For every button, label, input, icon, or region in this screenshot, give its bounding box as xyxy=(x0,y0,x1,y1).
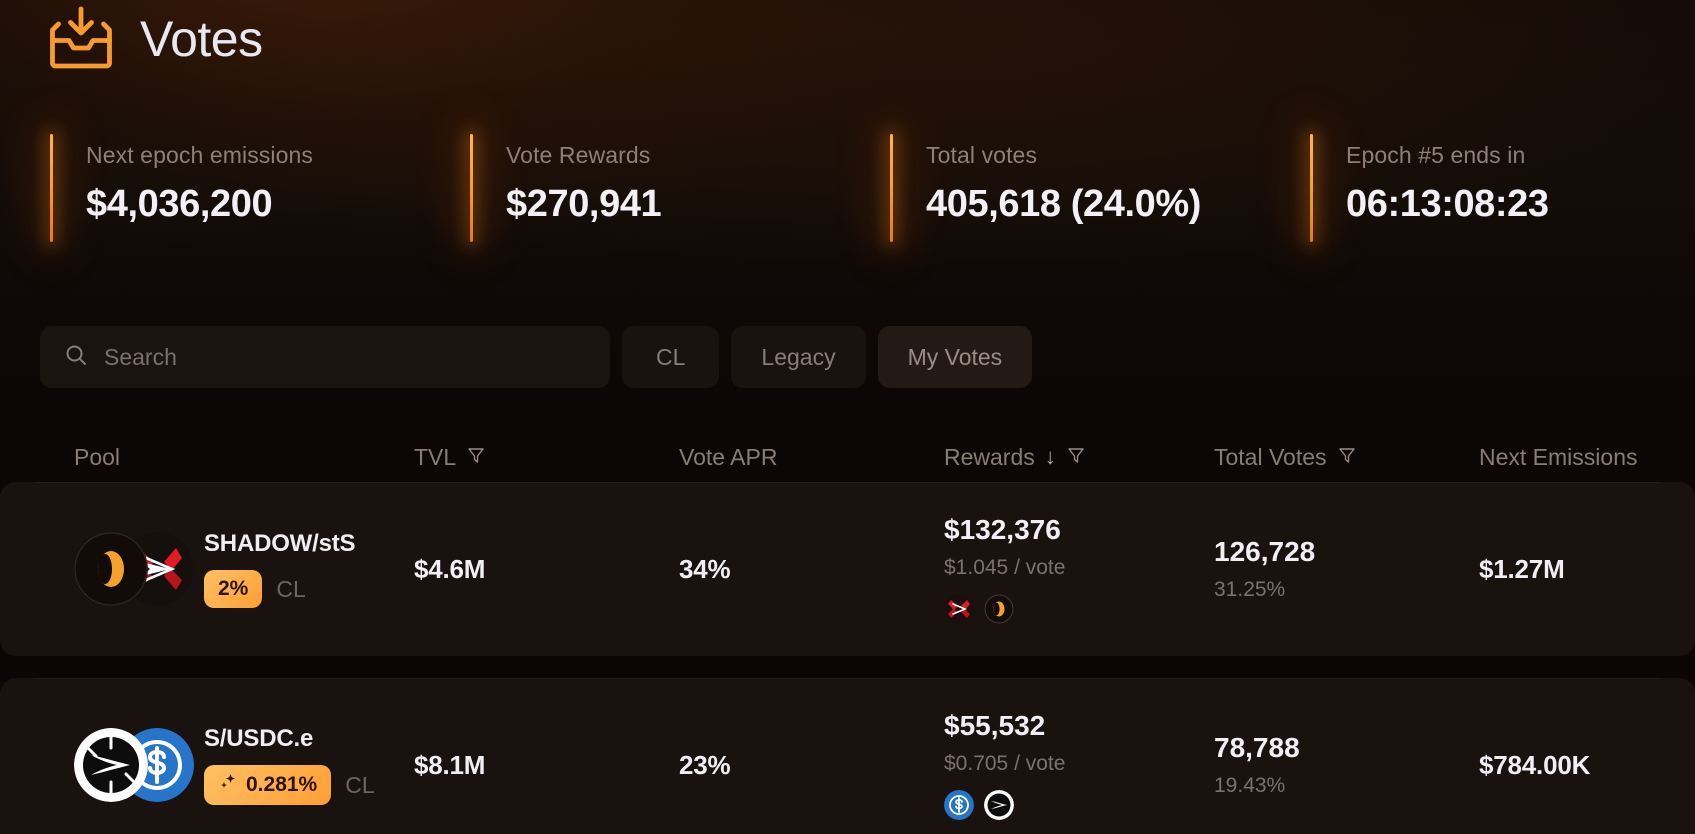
pool-rewards-cell: $55,532 $0.705 / vote xyxy=(944,710,1214,820)
pool-rewards-total: $132,376 xyxy=(944,514,1214,546)
filter-icon[interactable] xyxy=(1337,444,1357,471)
stat-value: $270,941 xyxy=(506,183,886,226)
stat-label: Next epoch emissions xyxy=(86,142,466,169)
sts-icon xyxy=(944,594,974,624)
shadow-icon xyxy=(74,532,148,606)
stat-accent-bar xyxy=(50,134,53,242)
column-header-label: Rewards xyxy=(944,444,1035,471)
pool-next-emissions: $784.00K xyxy=(1479,750,1679,781)
pool-rewards-cell: $132,376 $1.045 / vote xyxy=(944,514,1214,624)
filter-chip-legacy[interactable]: Legacy xyxy=(731,326,865,388)
column-header-next-emissions[interactable]: Next Emissions xyxy=(1479,444,1679,471)
page-header: Votes xyxy=(44,6,263,72)
search-input[interactable] xyxy=(104,344,586,371)
filter-chip-label: CL xyxy=(656,344,685,371)
stat-label: Total votes xyxy=(926,142,1306,169)
stat-value: $4,036,200 xyxy=(86,183,466,226)
filter-chip-cl[interactable]: CL xyxy=(622,326,719,388)
sparkle-icon xyxy=(218,772,238,798)
pool-cell: SHADOW/stS 2% CL xyxy=(74,530,414,608)
column-header-rewards[interactable]: Rewards ↓ xyxy=(944,444,1214,471)
stat-value: 405,618 (24.0%) xyxy=(926,183,1306,226)
stat-accent-bar xyxy=(1310,134,1313,242)
pool-vote-apr: 34% xyxy=(679,554,944,585)
pool-fee-badge: 2% xyxy=(204,570,262,608)
pool-cell: S/USDC.e 0.281% CL xyxy=(74,725,414,805)
pool-token-pair-icons xyxy=(74,728,182,802)
pool-next-emissions: $1.27M xyxy=(1479,554,1679,585)
sonic-icon xyxy=(74,728,148,802)
pool-name: S/USDC.e xyxy=(204,725,375,753)
inbox-download-icon xyxy=(44,6,118,72)
pool-vote-apr: 23% xyxy=(679,750,944,781)
pool-total-votes-pct: 31.25% xyxy=(1214,578,1479,602)
stat-card-vote-rewards: Vote Rewards $270,941 xyxy=(466,128,886,226)
column-header-pool[interactable]: Pool xyxy=(74,444,414,471)
pool-type-label: CL xyxy=(276,576,305,603)
stat-label: Epoch #5 ends in xyxy=(1346,142,1695,169)
stat-value: 06:13:08:23 xyxy=(1346,183,1695,226)
column-header-vote-apr[interactable]: Vote APR xyxy=(679,444,944,471)
pool-tags: 0.281% CL xyxy=(204,765,375,805)
pool-meta: S/USDC.e 0.281% CL xyxy=(204,725,375,805)
pool-rewards-per-vote: $0.705 / vote xyxy=(944,752,1214,776)
pool-fee-label: 0.281% xyxy=(246,773,317,797)
table-row[interactable]: SHADOW/stS 2% CL $4.6M 34% $132,376 $1.0… xyxy=(0,482,1695,656)
pool-rewards-total: $55,532 xyxy=(944,710,1214,742)
table-row[interactable]: S/USDC.e 0.281% CL xyxy=(0,678,1695,834)
reward-token-icons xyxy=(944,594,1214,624)
column-header-label: Next Emissions xyxy=(1479,444,1637,471)
pool-meta: SHADOW/stS 2% CL xyxy=(204,530,355,608)
pool-fee-badge: 0.281% xyxy=(204,765,331,805)
stats-row: Next epoch emissions $4,036,200 Vote Rew… xyxy=(46,128,1695,226)
stat-label: Vote Rewards xyxy=(506,142,886,169)
search-icon xyxy=(64,343,88,372)
column-header-total-votes[interactable]: Total Votes xyxy=(1214,444,1479,471)
pool-fee-label: 2% xyxy=(218,577,248,601)
stat-card-next-epoch-emissions: Next epoch emissions $4,036,200 xyxy=(46,128,466,226)
table-header-row: Pool TVL Vote APR Rewards ↓ Total Votes xyxy=(0,432,1695,482)
pool-token-pair-icons xyxy=(74,532,182,606)
pool-total-votes-pct: 19.43% xyxy=(1214,774,1479,798)
pool-tags: 2% CL xyxy=(204,570,355,608)
stat-card-total-votes: Total votes 405,618 (24.0%) xyxy=(886,128,1306,226)
filter-chip-label: My Votes xyxy=(908,344,1003,371)
filter-chip-label: Legacy xyxy=(761,344,835,371)
stat-accent-bar xyxy=(890,134,893,242)
pool-type-label: CL xyxy=(345,772,374,799)
shadow-icon xyxy=(984,594,1014,624)
pool-total-votes: 126,728 xyxy=(1214,536,1479,568)
pool-tvl: $8.1M xyxy=(414,750,679,781)
filter-icon[interactable] xyxy=(1066,444,1086,471)
column-header-label: TVL xyxy=(414,444,456,471)
pool-tvl: $4.6M xyxy=(414,554,679,585)
pool-total-votes-cell: 126,728 31.25% xyxy=(1214,536,1479,602)
reward-token-icons xyxy=(944,790,1214,820)
search-box[interactable] xyxy=(40,326,610,388)
pool-name: SHADOW/stS xyxy=(204,530,355,558)
column-header-label: Vote APR xyxy=(679,444,777,471)
column-header-label: Total Votes xyxy=(1214,444,1327,471)
sonic-icon xyxy=(984,790,1014,820)
controls-row: CL Legacy My Votes xyxy=(40,326,1032,388)
usdc-icon xyxy=(944,790,974,820)
stat-accent-bar xyxy=(470,134,473,242)
filter-icon[interactable] xyxy=(466,444,486,471)
column-header-label: Pool xyxy=(74,444,120,471)
filter-chip-my-votes[interactable]: My Votes xyxy=(878,326,1033,388)
votes-table: Pool TVL Vote APR Rewards ↓ Total Votes xyxy=(0,432,1695,834)
page-title: Votes xyxy=(140,14,263,64)
votes-page: Votes Next epoch emissions $4,036,200 Vo… xyxy=(0,0,1695,834)
sort-descending-icon[interactable]: ↓ xyxy=(1045,446,1056,468)
pool-total-votes: 78,788 xyxy=(1214,732,1479,764)
stat-card-epoch-countdown: Epoch #5 ends in 06:13:08:23 xyxy=(1306,128,1695,226)
column-header-tvl[interactable]: TVL xyxy=(414,444,679,471)
pool-total-votes-cell: 78,788 19.43% xyxy=(1214,732,1479,798)
pool-rewards-per-vote: $1.045 / vote xyxy=(944,556,1214,580)
